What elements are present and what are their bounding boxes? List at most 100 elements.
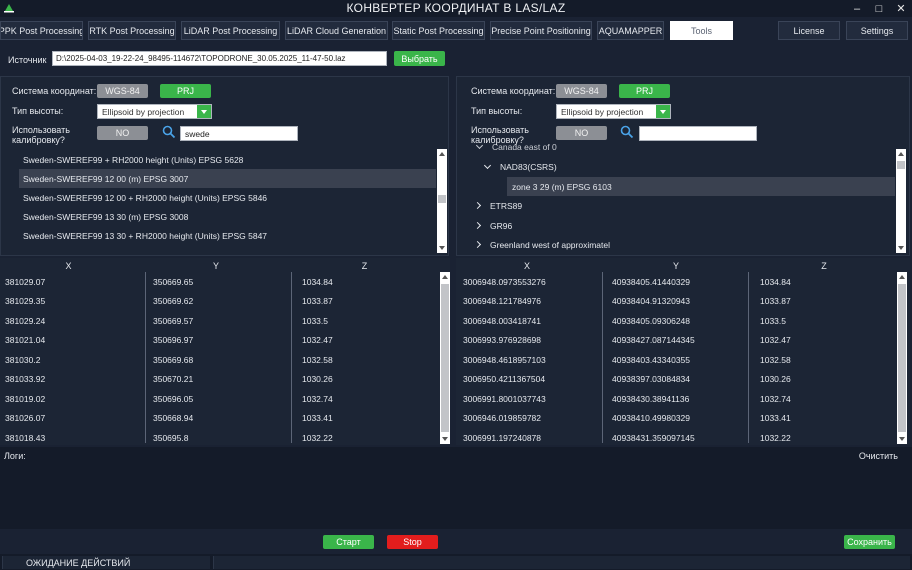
right-tree-scrollbar[interactable] (896, 149, 906, 253)
table-cell: 350696.97 (153, 335, 194, 345)
source-path-input[interactable]: D:\2025-04-03_19-22-24_98495-114672\TOPO… (52, 51, 387, 66)
browse-button[interactable]: Выбрать (394, 51, 445, 66)
table-cell: 350668.94 (153, 413, 194, 423)
table-cell: 1032.74 (302, 393, 333, 404)
source-row: Источник D:\2025-04-03_19-22-24_98495-11… (0, 48, 912, 70)
scroll-thumb[interactable] (438, 195, 446, 203)
column-divider (602, 272, 603, 443)
tree-node[interactable]: NAD83(CSRS) (457, 157, 897, 176)
maximize-icon[interactable]: □ (874, 3, 884, 15)
right-coordinate-panel: Система координат: WGS-84 PRJ Тип высоты… (456, 76, 910, 256)
left-prj-button[interactable]: PRJ (160, 84, 211, 98)
minimize-icon[interactable]: – (852, 3, 862, 15)
list-item[interactable]: Sweden-SWEREF99 13 30 (m) EPSG 3008 (1, 207, 436, 226)
scroll-thumb[interactable] (897, 161, 905, 169)
scroll-down-icon[interactable] (440, 434, 450, 444)
left-wgs84-button[interactable]: WGS-84 (97, 84, 148, 98)
left-height-type-select[interactable]: Ellipsoid by projection (97, 104, 212, 119)
table-cell: 1032.22 (302, 432, 333, 443)
table-cell: 3006950.4211367504 (463, 374, 546, 384)
left-calibration-toggle[interactable]: NO (97, 126, 148, 140)
tab-aquamapper[interactable]: AQUAMAPPER (597, 21, 664, 40)
table-cell: 381021.04 (5, 335, 46, 345)
table-cell: 1033.87 (760, 296, 791, 306)
tab-ppk-post-processing[interactable]: PPK Post Processing (0, 21, 83, 40)
scroll-thumb[interactable] (441, 284, 449, 432)
table-cell: 1033.87 (302, 296, 333, 306)
right-projection-tree: Canada east of 0 NAD83(CSRS) zone 3 29 (… (457, 143, 897, 256)
left-table-scrollbar[interactable] (440, 272, 450, 444)
scroll-down-icon[interactable] (437, 243, 447, 253)
chevron-right-icon (473, 240, 482, 249)
right-table-scrollbar[interactable] (897, 272, 907, 444)
left-search-icon[interactable] (162, 125, 176, 139)
table-cell: 1033.5 (302, 315, 328, 326)
tab-settings[interactable]: Settings (846, 21, 908, 40)
table-cell: 40938430.38941136 (612, 393, 690, 404)
left-source-table: X Y Z 381029.07 350669.65 1034.84 381029.35… (0, 258, 450, 445)
right-wgs84-button[interactable]: WGS-84 (556, 84, 607, 98)
scroll-up-icon[interactable] (440, 272, 450, 282)
left-coord-system-label: Система координат: (12, 86, 97, 96)
left-calibration-label: Использовать калибровку? (12, 125, 70, 145)
title-bar: КОНВЕРТЕР КООРДИНАТ В LAS/LAZ – □ ✕ (0, 0, 912, 17)
right-height-type-select[interactable]: Ellipsoid by projection (556, 104, 671, 119)
tab-lidar-post-processing[interactable]: LiDAR Post Processing (181, 21, 280, 40)
table-cell: 1032.22 (760, 432, 791, 443)
table-cell: 1033.41 (760, 413, 791, 423)
table-cell: 350669.62 (153, 296, 194, 306)
table-cell: 1033.5 (760, 315, 786, 326)
scroll-down-icon[interactable] (897, 434, 907, 444)
status-text: ОЖИДАНИЕ ДЕЙСТВИЙ (26, 558, 131, 568)
right-search-input[interactable] (639, 126, 757, 141)
tree-node[interactable]: zone 3 29 (m) EPSG 6103 (507, 177, 895, 196)
table-cell: 1033.41 (302, 413, 333, 423)
scroll-up-icon[interactable] (896, 149, 906, 159)
tab-static-post-processing[interactable]: Static Post Processing (392, 21, 485, 40)
scroll-up-icon[interactable] (897, 272, 907, 282)
list-item[interactable]: Sweden-SWEREF99 12 00 (m) EPSG 3007 (19, 169, 436, 188)
list-item[interactable]: Sweden-SWEREF99 12 00 + RH2000 height (U… (1, 188, 436, 207)
table-cell: 381026.07 (5, 413, 46, 423)
table-cell: 381029.24 (5, 315, 46, 326)
column-divider (145, 272, 146, 443)
table-cell: 381019.02 (5, 393, 46, 404)
chevron-down-icon (475, 143, 484, 149)
tab-lidar-cloud-generation[interactable]: LiDAR Cloud Generation (285, 21, 388, 40)
tree-node-label: Greenland west of approximatel (490, 239, 611, 250)
table-cell: 1032.47 (760, 335, 791, 345)
stop-button[interactable]: Stop (387, 535, 438, 549)
right-search-icon[interactable] (620, 125, 634, 139)
left-list-scrollbar[interactable] (437, 149, 447, 253)
scroll-thumb[interactable] (898, 284, 906, 432)
right-height-type-label: Тип высоты: (471, 106, 523, 116)
clear-logs-button[interactable]: Очистить (859, 451, 898, 461)
tree-node-label: ETRS89 (490, 200, 523, 211)
start-button[interactable]: Старт (323, 535, 374, 549)
column-divider (748, 272, 749, 443)
tab-tools[interactable]: Tools (670, 21, 733, 40)
save-button[interactable]: Сохранить (844, 535, 895, 549)
list-item[interactable]: Sweden-SWEREF99 13 30 + RH2000 height (U… (1, 226, 436, 245)
tree-node[interactable]: Greenland west of approximatel (457, 235, 897, 254)
tree-node[interactable]: Canada east of 0 (457, 143, 897, 156)
right-calibration-toggle[interactable]: NO (556, 126, 607, 140)
list-item[interactable]: Sweden-SWEREF99 + RH2000 height (Units) … (1, 150, 436, 169)
table-cell: 40938431.359097145 (612, 432, 695, 443)
tree-node[interactable]: ETRS89 (457, 196, 897, 215)
right-prj-button[interactable]: PRJ (619, 84, 670, 98)
tree-node[interactable]: GR96 (457, 216, 897, 235)
tab-license[interactable]: License (778, 21, 840, 40)
table-cell: 40938427.087144345 (612, 335, 695, 345)
window-title: КОНВЕРТЕР КООРДИНАТ В LAS/LAZ (346, 1, 566, 15)
scroll-up-icon[interactable] (437, 149, 447, 159)
tab-rtk-post-processing[interactable]: RTK Post Processing (88, 21, 176, 40)
right-height-type-value: Ellipsoid by projection (561, 107, 644, 117)
scroll-down-icon[interactable] (896, 243, 906, 253)
table-cell: 1032.58 (302, 354, 333, 365)
tab-precise-point-positioning[interactable]: Precise Point Positioning (490, 21, 592, 40)
close-icon[interactable]: ✕ (896, 2, 906, 15)
left-search-input[interactable]: swede (180, 126, 298, 141)
logs-label: Логи: (4, 451, 26, 461)
table-cell: 3006948.0973553276 (463, 276, 546, 287)
